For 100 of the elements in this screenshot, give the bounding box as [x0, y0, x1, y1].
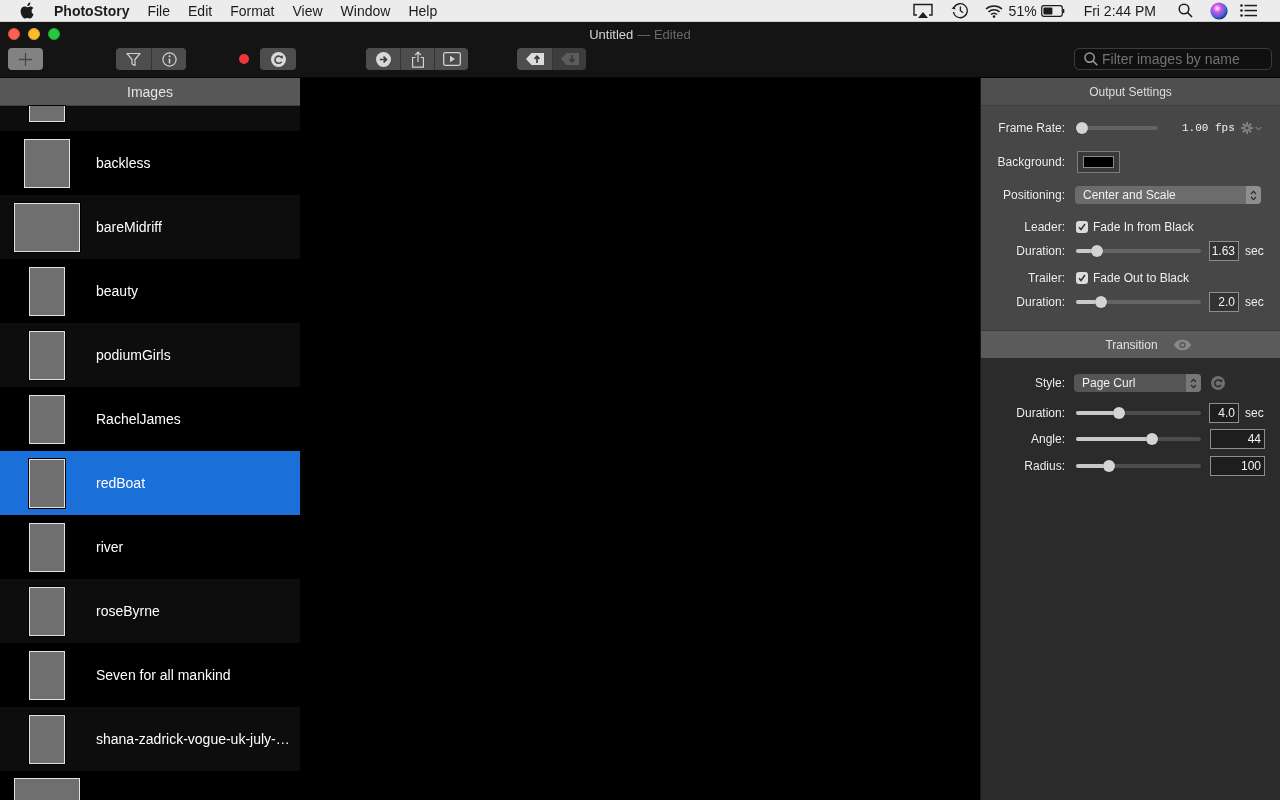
- field-label: Background:: [996, 155, 1065, 169]
- color-well[interactable]: [1077, 151, 1120, 173]
- slider-thumb[interactable]: [1090, 245, 1103, 257]
- image-row[interactable]: [0, 106, 300, 131]
- number-field[interactable]: 2.0: [1209, 292, 1239, 312]
- image-row[interactable]: roseByrne: [0, 579, 300, 643]
- menu-item[interactable]: View: [292, 2, 323, 19]
- slider[interactable]: [1076, 407, 1201, 419]
- photo-placeholder: [24, 138, 70, 188]
- refresh-button[interactable]: [260, 48, 296, 70]
- field-label: Angle:: [1029, 432, 1065, 446]
- checkbox[interactable]: [1076, 272, 1088, 284]
- tag-arrow-down-icon: [559, 52, 580, 66]
- field-label: Duration:: [1015, 406, 1065, 420]
- number-field[interactable]: 100: [1210, 456, 1265, 476]
- panel-header: Output Settings: [981, 78, 1280, 106]
- check-icon: [1078, 274, 1086, 282]
- slider-thumb[interactable]: [1095, 296, 1108, 308]
- section-title: Transition: [1105, 337, 1158, 352]
- photo-placeholder: [29, 522, 65, 572]
- clock-icon[interactable]: [949, 2, 969, 19]
- image-row[interactable]: redBoat: [0, 451, 300, 515]
- field-label: Positioning:: [1001, 188, 1065, 202]
- popup-button[interactable]: Center and Scale: [1075, 186, 1261, 204]
- dot-icon: [239, 54, 249, 64]
- slider-thumb[interactable]: [1076, 122, 1088, 134]
- slider[interactable]: [1076, 296, 1201, 308]
- slider[interactable]: [1076, 460, 1201, 472]
- photo-placeholder: [29, 714, 65, 764]
- airplay-icon[interactable]: [911, 2, 934, 19]
- photo-placeholder: [14, 778, 80, 800]
- number-field[interactable]: 4.0: [1209, 403, 1239, 423]
- slider-thumb[interactable]: [1103, 460, 1116, 472]
- checkbox-label[interactable]: Fade Out to Black: [1093, 271, 1190, 285]
- image-row[interactable]: bareMidriff: [0, 195, 300, 259]
- apple-icon[interactable]: [20, 2, 34, 19]
- field-label: Duration:: [1015, 244, 1065, 258]
- field-label: Duration:: [1015, 295, 1065, 309]
- arrow-circle-icon: [375, 51, 391, 67]
- zoom-button[interactable]: [48, 28, 60, 40]
- check-icon: [1078, 223, 1086, 231]
- unit-label: sec: [1245, 295, 1264, 309]
- wifi-icon[interactable]: [984, 3, 1003, 18]
- field-label: Radius:: [1023, 459, 1065, 473]
- number-field[interactable]: 1.63: [1209, 241, 1239, 261]
- photo-placeholder: [29, 330, 65, 380]
- popup-button[interactable]: Page Curl: [1074, 374, 1201, 392]
- photo-placeholder: [29, 394, 65, 444]
- menu-clock[interactable]: Fri 2:44 PM: [1083, 2, 1156, 19]
- battery-percent: 51%: [1008, 2, 1037, 19]
- move-up-button[interactable]: [517, 48, 552, 70]
- edited-status: — Edited: [637, 26, 691, 42]
- close-button[interactable]: [8, 28, 20, 40]
- filter-button[interactable]: [116, 48, 151, 70]
- refresh-icon: [270, 51, 286, 67]
- share-button[interactable]: [400, 48, 434, 70]
- menu-item[interactable]: Format: [230, 2, 275, 19]
- minimize-button[interactable]: [28, 28, 40, 40]
- share-icon: [410, 50, 425, 68]
- play-icon: [442, 52, 461, 66]
- photo-placeholder: [29, 266, 65, 316]
- slider[interactable]: [1076, 433, 1201, 445]
- photo-placeholder: [29, 458, 65, 508]
- photo-placeholder: [14, 202, 80, 252]
- search-icon[interactable]: [1178, 3, 1193, 18]
- photo-placeholder: [29, 586, 65, 636]
- plus-icon: [19, 52, 32, 66]
- image-row[interactable]: podiumGirls: [0, 323, 300, 387]
- menu-item[interactable]: Window: [340, 2, 391, 19]
- updown-icon: [1250, 189, 1257, 201]
- unit-label: sec: [1245, 244, 1264, 258]
- slider-thumb[interactable]: [1146, 433, 1159, 445]
- list-header: Images: [0, 78, 300, 106]
- menu-item[interactable]: File: [147, 2, 170, 19]
- play-button[interactable]: [434, 48, 468, 70]
- app-menu[interactable]: PhotoStory: [54, 2, 130, 19]
- battery-icon[interactable]: [1040, 4, 1065, 17]
- color-swatch: [1083, 156, 1114, 168]
- slider[interactable]: [1076, 122, 1158, 134]
- menu-item[interactable]: Edit: [188, 2, 213, 19]
- info-icon: [161, 51, 177, 67]
- image-row[interactable]: shana-zadrick-vogue-uk-july-…: [0, 707, 300, 771]
- checkbox-label[interactable]: Fade In from Black: [1093, 220, 1194, 234]
- add-button[interactable]: [8, 48, 43, 70]
- number-field[interactable]: 44: [1210, 429, 1265, 449]
- slider[interactable]: [1076, 245, 1201, 257]
- field-label: Frame Rate:: [997, 121, 1065, 135]
- info-button[interactable]: [151, 48, 186, 70]
- slider-thumb[interactable]: [1113, 407, 1126, 419]
- photo-placeholder: [29, 106, 65, 122]
- checkbox[interactable]: [1076, 221, 1088, 233]
- field-label: Trailer:: [1027, 271, 1065, 285]
- next-button[interactable]: [366, 48, 400, 70]
- orb-icon[interactable]: [1210, 1, 1228, 20]
- reset-icon[interactable]: [1211, 376, 1225, 390]
- field-label: Leader:: [1023, 220, 1065, 234]
- search-icon: [1084, 52, 1098, 66]
- list-icon[interactable]: [1240, 4, 1257, 17]
- menu-item[interactable]: Help: [408, 2, 438, 19]
- search-field[interactable]: Filter images by name: [1074, 48, 1272, 70]
